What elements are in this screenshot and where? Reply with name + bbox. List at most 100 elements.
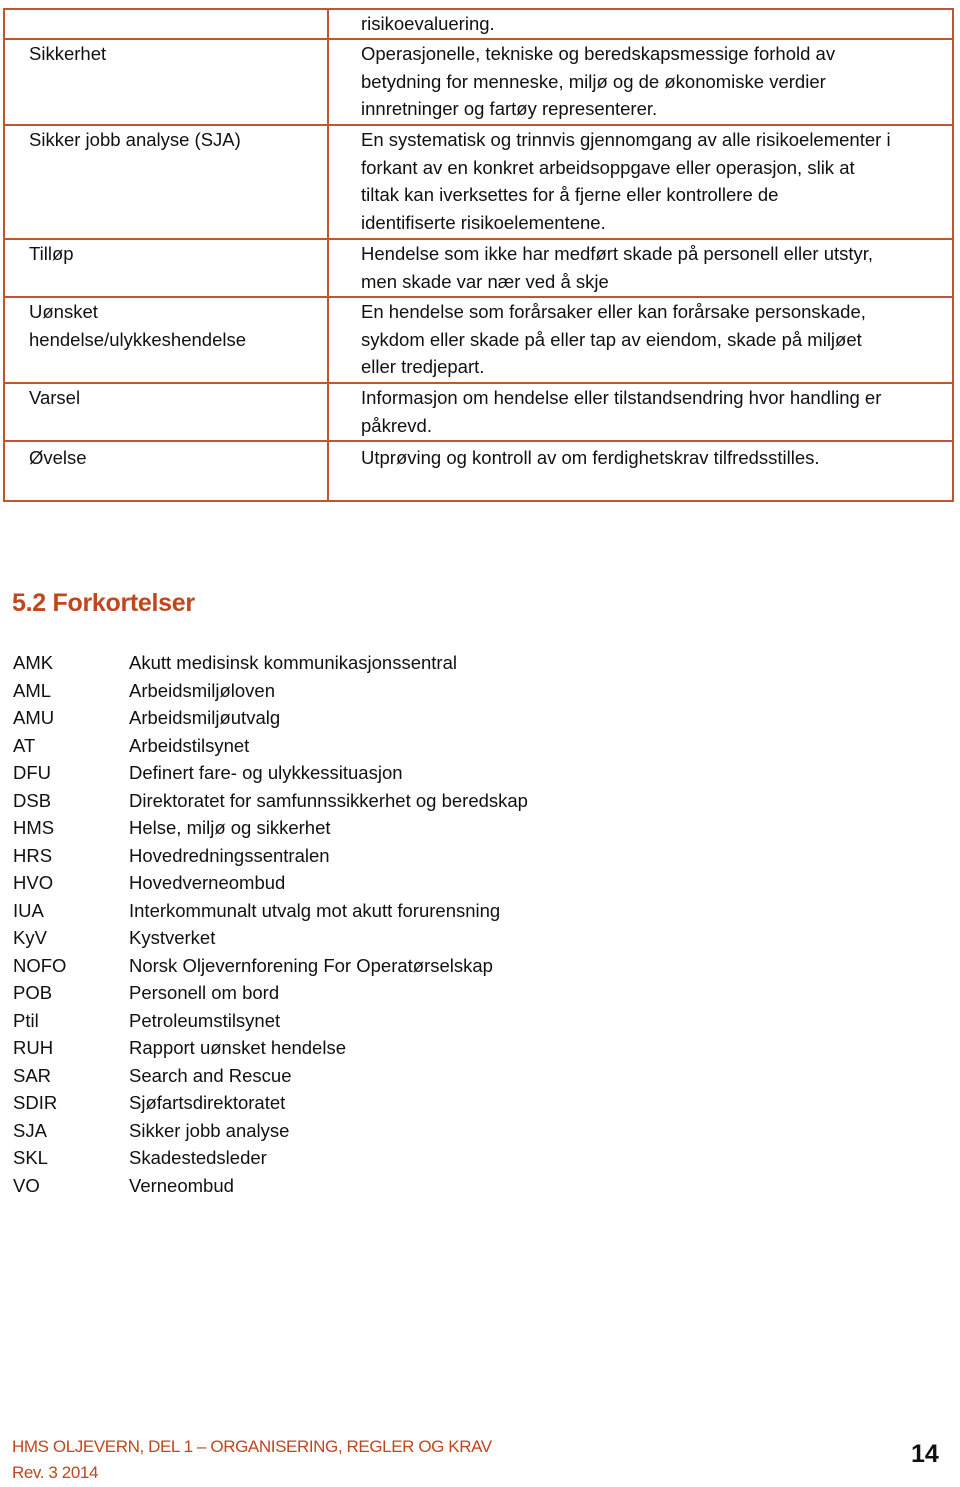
abbreviation-code: AMK <box>13 652 54 673</box>
abbreviation-description: Hovedverneombud <box>129 872 286 893</box>
abbreviation-description: Arbeidstilsynet <box>129 734 250 756</box>
abbreviation-item: SKL Skadestedsleder <box>13 1144 528 1172</box>
abbreviation-code: SJA <box>13 1119 47 1141</box>
abbreviation-description: Search and Rescue <box>129 1064 292 1086</box>
abbreviation-code: VO <box>13 1174 40 1196</box>
abbreviation-description: Helse, miljø og sikkerhet <box>129 817 331 838</box>
abbreviation-description: Sikker jobb analyse <box>129 1119 290 1141</box>
definition-line: En hendelse som forårsaker eller kan for… <box>361 301 866 322</box>
glossary-term: Uønsket hendelse/ulykkeshendelse <box>3 296 329 384</box>
abbreviation-description: Personell om bord <box>129 982 280 1003</box>
definition-line: identifiserte risikoelementene. <box>361 211 606 233</box>
abbreviation-description: Akutt medisinsk kommunikasjonssentral <box>129 652 457 673</box>
definition-line: tiltak kan iverksettes for å fjerne elle… <box>361 184 779 205</box>
glossary-term: Sikker jobb analyse (SJA) <box>3 124 329 240</box>
abbreviation-code: SKL <box>13 1147 48 1168</box>
glossary-term: Tilløp <box>3 238 329 298</box>
abbreviation-code: AML <box>13 679 52 701</box>
abbreviation-item: VO Verneombud <box>13 1172 528 1200</box>
definition-line: betydning for menneske, miljø og de økon… <box>361 70 826 92</box>
definition-line: Utprøving og kontroll av om ferdighetskr… <box>361 447 820 468</box>
definition-line: Hendelse som ikke har medført skade på p… <box>361 243 874 264</box>
glossary-row: Sikkerhet Operasjonelle, tekniske og ber… <box>3 38 954 126</box>
abbreviation-item: AT Arbeidstilsynet <box>13 732 528 760</box>
definition-line: påkrevd. <box>361 414 432 436</box>
abbreviation-code: HVO <box>13 872 54 893</box>
abbreviation-code: RUH <box>13 1037 54 1058</box>
abbreviation-item: IUA Interkommunalt utvalg mot akutt forur… <box>13 897 528 925</box>
abbreviation-code: POB <box>13 982 53 1003</box>
glossary-definition: Hendelse som ikke har medført skade på p… <box>327 238 954 298</box>
abbreviation-code: SAR <box>13 1064 52 1086</box>
abbreviation-code: DFU <box>13 762 52 783</box>
abbreviation-code: IUA <box>13 899 44 921</box>
definition-line: En systematisk og trinnvis gjennomgang a… <box>361 129 891 150</box>
abbreviation-item: Ptil Petroleumstilsynet <box>13 1007 528 1035</box>
glossary-term: Sikkerhet <box>3 38 329 126</box>
abbreviation-code: NOFO <box>13 954 67 976</box>
definition-line: sykdom eller skade på eller tap av eiend… <box>361 328 862 350</box>
definition-line: innretninger og fartøy representerer. <box>361 98 658 119</box>
abbreviation-item: NOFO Norsk Oljevernforening For Operatørs… <box>13 952 528 980</box>
abbreviation-description: Direktoratet for samfunnssikkerhet og be… <box>129 789 528 811</box>
abbreviation-item: HRS Hovedredningssentralen <box>13 842 528 870</box>
definition-line: forkant av en konkret arbeidsoppgave ell… <box>361 156 855 178</box>
definition-line: men skade var nær ved å skje <box>361 270 609 292</box>
abbreviation-item: AMU Arbeidsmiljøutvalg <box>13 704 528 732</box>
definition-line: Informasjon om hendelse eller tilstandse… <box>361 387 882 408</box>
abbreviation-description: Rapport uønsket hendelse <box>129 1037 346 1058</box>
abbreviation-code: Ptil <box>13 1009 39 1031</box>
footer-revision: Rev. 3 2014 <box>12 1463 99 1482</box>
abbreviation-description: Definert fare- og ulykkessituasjon <box>129 762 403 783</box>
glossary-row: Sikker jobb analyse (SJA) En systematisk… <box>3 124 954 240</box>
abbreviation-description: Arbeidsmiljøutvalg <box>129 707 281 728</box>
glossary-definition: Utprøving og kontroll av om ferdighetskr… <box>327 440 954 502</box>
abbreviation-description: Kystverket <box>129 927 216 948</box>
glossary-row: Varsel Informasjon om hendelse eller til… <box>3 382 954 442</box>
glossary-definition: En hendelse som forårsaker eller kan for… <box>327 296 954 384</box>
abbreviation-code: HRS <box>13 844 53 866</box>
abbreviation-code: DSB <box>13 789 52 811</box>
abbreviation-item: SDIR Sjøfartsdirektoratet <box>13 1089 528 1117</box>
term-line: hendelse/ulykkeshendelse <box>29 328 247 350</box>
abbreviation-item: KyV Kystverket <box>13 924 528 952</box>
abbreviation-code: KyV <box>13 927 47 948</box>
glossary-row: Uønsket hendelse/ulykkeshendelse En hend… <box>3 296 954 384</box>
glossary-table: risikoevaluering. Sikkerhet Operasjonell… <box>3 8 954 502</box>
glossary-definition: En systematisk og trinnvis gjennomgang a… <box>327 124 954 240</box>
abbreviation-item: RUH Rapport uønsket hendelse <box>13 1034 528 1062</box>
glossary-row: risikoevaluering. <box>3 8 954 40</box>
glossary-row: Øvelse Utprøving og kontroll av om ferdi… <box>3 440 954 502</box>
abbreviation-item: SJA Sikker jobb analyse <box>13 1117 528 1145</box>
footer-title: HMS OLJEVERN, DEL 1 – ORGANISERING, REGL… <box>12 1437 492 1456</box>
abbreviation-description: Norsk Oljevernforening For Operatørselsk… <box>129 954 493 976</box>
glossary-row: Tilløp Hendelse som ikke har medført ska… <box>3 238 954 298</box>
abbreviation-item: DSB Direktoratet for samfunnssikkerhet og… <box>13 787 528 815</box>
glossary-definition: Operasjonelle, tekniske og beredskapsmes… <box>327 38 954 126</box>
abbreviation-item: SAR Search and Rescue <box>13 1062 528 1090</box>
definition-line: eller tredjepart. <box>361 356 485 377</box>
page-number: 14 <box>911 1440 939 1468</box>
abbreviation-item: HMS Helse, miljø og sikkerhet <box>13 814 528 842</box>
abbreviation-item: DFU Definert fare- og ulykkessituasjon <box>13 759 528 787</box>
abbreviation-description: Verneombud <box>129 1174 234 1196</box>
glossary-definition: risikoevaluering. <box>327 8 954 40</box>
term-line: Uønsket <box>29 301 98 322</box>
abbreviation-description: Interkommunalt utvalg mot akutt forurens… <box>129 899 501 921</box>
abbreviation-description: Sjøfartsdirektoratet <box>129 1092 286 1113</box>
glossary-term: Varsel <box>3 382 329 442</box>
glossary-definition: Informasjon om hendelse eller tilstandse… <box>327 382 954 442</box>
abbreviation-code: AT <box>13 734 36 756</box>
definition-line: risikoevaluering. <box>361 13 495 34</box>
abbreviation-description: Petroleumstilsynet <box>129 1009 281 1031</box>
abbreviation-code: HMS <box>13 817 55 838</box>
abbreviation-description: Skadestedsleder <box>129 1147 267 1168</box>
abbreviation-item: AML Arbeidsmiljøloven <box>13 677 528 705</box>
abbreviation-item: AMK Akutt medisinsk kommunikasjonssentral <box>13 649 528 677</box>
abbreviation-description: Arbeidsmiljøloven <box>129 679 275 701</box>
glossary-term: Øvelse <box>3 440 329 502</box>
abbreviation-item: HVO Hovedverneombud <box>13 869 528 897</box>
abbreviation-code: AMU <box>13 707 55 728</box>
abbreviation-list: AMK Akutt medisinsk kommunikasjonssentral… <box>13 649 528 1199</box>
abbreviation-description: Hovedredningssentralen <box>129 844 330 866</box>
